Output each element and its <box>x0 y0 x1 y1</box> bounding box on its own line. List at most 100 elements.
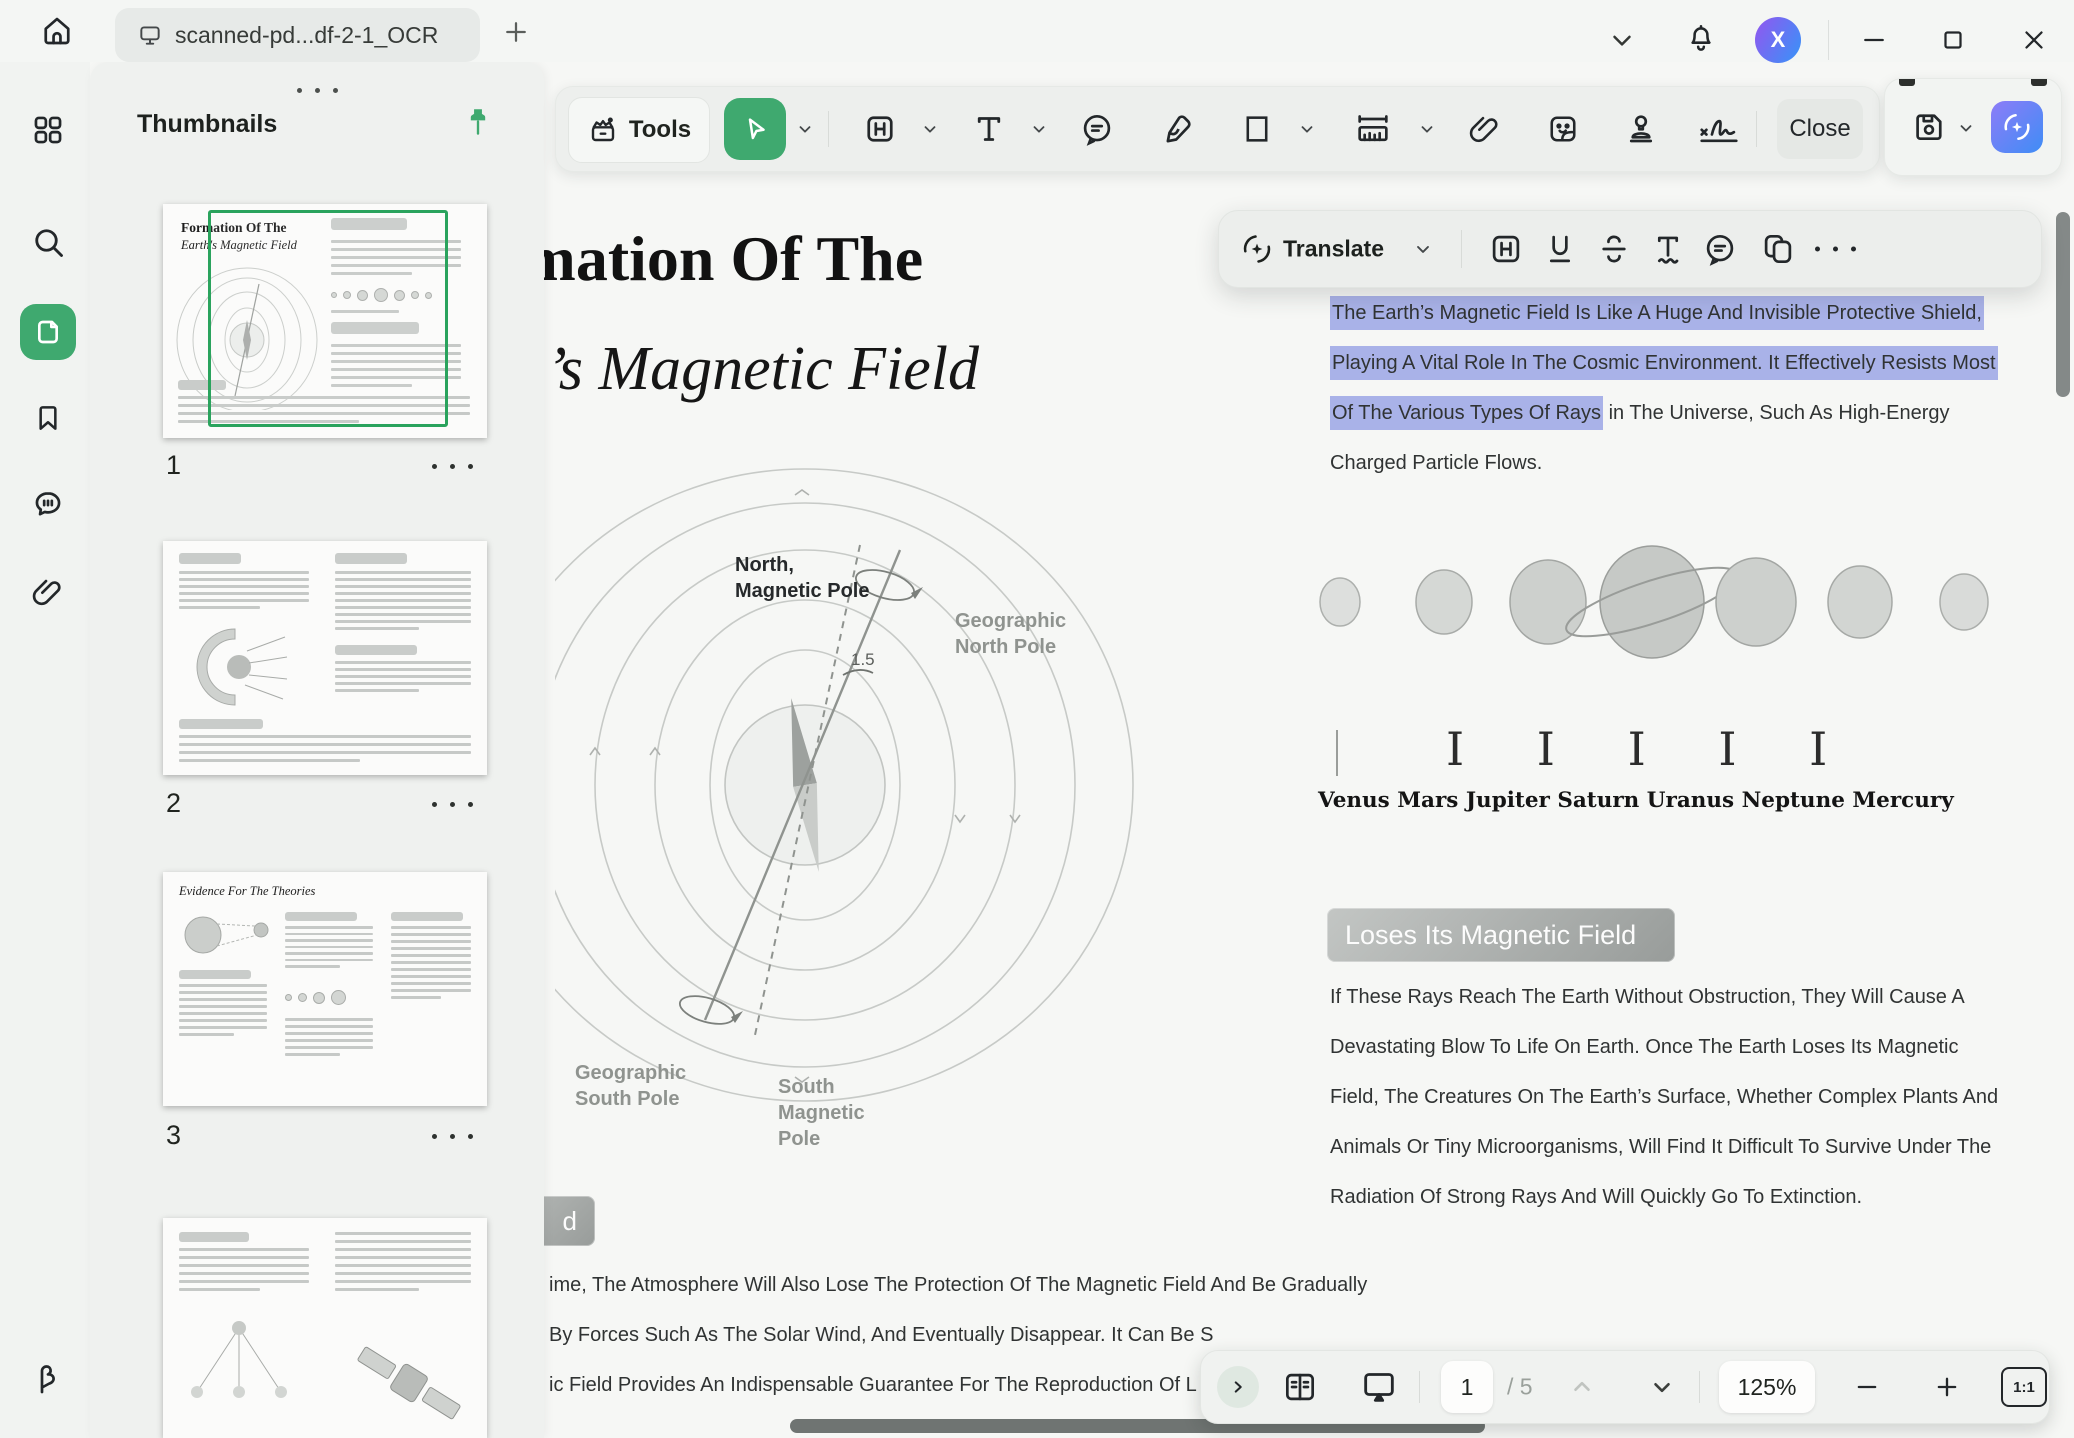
squiggly-underline-button[interactable] <box>1649 230 1687 268</box>
measure-tool-button[interactable] <box>1344 100 1402 158</box>
thumb-3-title: Evidence For The Theories <box>179 884 315 899</box>
selected-text[interactable]: Of The Various Types Of Rays <box>1330 396 1603 430</box>
underline-selection-button[interactable] <box>1541 230 1579 268</box>
signature-tool-button[interactable] <box>1690 100 1748 158</box>
select-tool-button[interactable] <box>724 98 786 160</box>
sidebar-item-thumbnails[interactable] <box>20 304 76 360</box>
planet-scale-marks: I I I I I <box>1446 722 1827 776</box>
tools-button[interactable]: Tools <box>568 97 710 163</box>
previous-page-button[interactable] <box>1569 1374 1595 1400</box>
save-group <box>1884 78 2062 176</box>
thumbnail-page-2[interactable] <box>163 541 487 775</box>
rectangle-icon <box>1240 112 1274 146</box>
highlight-selection-button[interactable] <box>1487 230 1525 268</box>
text-tool-dropdown[interactable] <box>1030 120 1048 138</box>
minimize-button[interactable] <box>1856 22 1892 58</box>
save-icon <box>1911 109 1947 145</box>
avatar[interactable]: X <box>1755 17 1801 63</box>
page-icon <box>32 316 64 348</box>
strikethrough-selection-button[interactable] <box>1595 230 1633 268</box>
presentation-mode-button[interactable] <box>1359 1367 1399 1407</box>
measure-tool-dropdown[interactable] <box>1418 120 1436 138</box>
sidebar-item-bookmarks[interactable] <box>20 390 76 446</box>
planet-names: Venus Mars Jupiter Saturn Uranus Neptune… <box>1318 788 1954 813</box>
presentation-icon <box>1359 1367 1399 1407</box>
vertical-scrollbar-thumb[interactable] <box>2056 212 2070 397</box>
paperclip-icon <box>31 575 65 609</box>
panel-title: Thumbnails <box>137 110 277 139</box>
maximize-icon <box>1938 25 1968 55</box>
notifications-button[interactable] <box>1682 20 1720 58</box>
pin-icon <box>462 106 494 140</box>
section-heading: Loses Its Magnetic Field <box>1327 908 1675 962</box>
sidebar-item-attachments[interactable] <box>20 564 76 620</box>
zoom-out-button[interactable] <box>1853 1373 1881 1401</box>
thumbnails-panel: Thumbnails Formation Of The Earth's Magn… <box>90 62 544 1438</box>
document-tab[interactable]: scanned-pd...df-2-1_OCR <box>115 8 480 62</box>
next-page-button[interactable] <box>1649 1374 1675 1400</box>
close-editing-button[interactable]: Close <box>1777 99 1863 159</box>
home-button[interactable] <box>38 12 76 50</box>
two-page-view-icon <box>1281 1368 1319 1406</box>
underline-icon <box>1541 230 1579 268</box>
sticker-tool-button[interactable] <box>1534 100 1592 158</box>
new-tab-button[interactable] <box>500 16 532 48</box>
sidebar-item-grid[interactable] <box>20 102 76 158</box>
sidebar-item-comments[interactable] <box>20 476 76 532</box>
ai-swirl-icon <box>2000 110 2034 144</box>
thumbnail-1-more-button[interactable] <box>432 464 473 469</box>
stamp-tool-button[interactable] <box>1612 100 1670 158</box>
close-icon <box>2019 25 2049 55</box>
label-north-magnetic-pole: North, Magnetic Pole <box>735 552 869 604</box>
titlebar-divider <box>1828 20 1829 60</box>
zoom-in-button[interactable] <box>1933 1373 1961 1401</box>
stamp-icon <box>1623 111 1659 147</box>
text-tool-button[interactable] <box>960 100 1018 158</box>
page-number-input[interactable] <box>1441 1373 1493 1402</box>
chevron-down-icon <box>796 120 814 138</box>
copy-icon <box>1759 230 1797 268</box>
copy-selection-button[interactable] <box>1759 230 1797 268</box>
viewport-indicator[interactable] <box>208 210 448 427</box>
thumbnail-page-1[interactable]: Formation Of The Earth's Magnetic Field <box>163 204 487 438</box>
thumbnail-3-more-button[interactable] <box>432 1134 473 1139</box>
more-options-button[interactable] <box>1815 247 1856 252</box>
translate-dropdown[interactable] <box>1413 239 1433 259</box>
translate-label[interactable]: Translate <box>1283 236 1384 263</box>
thumb-satellite-diagram <box>349 1328 469 1438</box>
comment-tool-button[interactable] <box>1068 100 1126 158</box>
save-dropdown[interactable] <box>1957 119 1975 137</box>
save-button[interactable] <box>1911 109 1947 145</box>
selected-text[interactable]: The Earth’s Magnetic Field Is Like A Hug… <box>1330 296 1984 330</box>
chevron-right-icon <box>1227 1376 1249 1398</box>
highlight-icon <box>862 111 898 147</box>
highlight-tool-dropdown[interactable] <box>921 120 939 138</box>
page-number-box[interactable] <box>1441 1361 1493 1413</box>
ai-assistant-button[interactable] <box>1991 101 2043 153</box>
attach-file-button[interactable] <box>1456 100 1514 158</box>
maximize-button[interactable] <box>1935 22 1971 58</box>
thumbnail-2-number: 2 <box>166 788 181 819</box>
plus-icon <box>1933 1373 1961 1401</box>
actual-size-button[interactable]: 1:1 <box>2001 1367 2047 1407</box>
zoom-level-box[interactable]: 125% <box>1719 1361 1815 1413</box>
shape-tool-dropdown[interactable] <box>1298 120 1316 138</box>
close-window-button[interactable] <box>2016 22 2052 58</box>
page-layout-button[interactable] <box>1281 1368 1319 1406</box>
expand-panel-button[interactable] <box>1217 1366 1259 1408</box>
translate-button[interactable] <box>1239 231 1275 267</box>
thumbnail-page-3[interactable]: Evidence For The Theories <box>163 872 487 1106</box>
pin-panel-button[interactable] <box>462 106 494 140</box>
sidebar-item-search[interactable] <box>20 214 76 270</box>
thumbnail-2-more-button[interactable] <box>432 802 473 807</box>
highlight-tool-button[interactable] <box>851 100 909 158</box>
panel-drag-handle[interactable] <box>297 88 338 93</box>
comment-selection-button[interactable] <box>1701 230 1739 268</box>
collapse-toolbar-button[interactable] <box>1604 22 1640 58</box>
selected-text[interactable]: Playing A Vital Role In The Cosmic Envir… <box>1330 346 1998 380</box>
chevron-up-icon <box>1569 1374 1595 1400</box>
marker-tool-button[interactable] <box>1148 100 1206 158</box>
shape-tool-button[interactable] <box>1228 100 1286 158</box>
select-tool-dropdown[interactable] <box>796 120 814 138</box>
thumbnail-page-4[interactable] <box>163 1218 487 1438</box>
